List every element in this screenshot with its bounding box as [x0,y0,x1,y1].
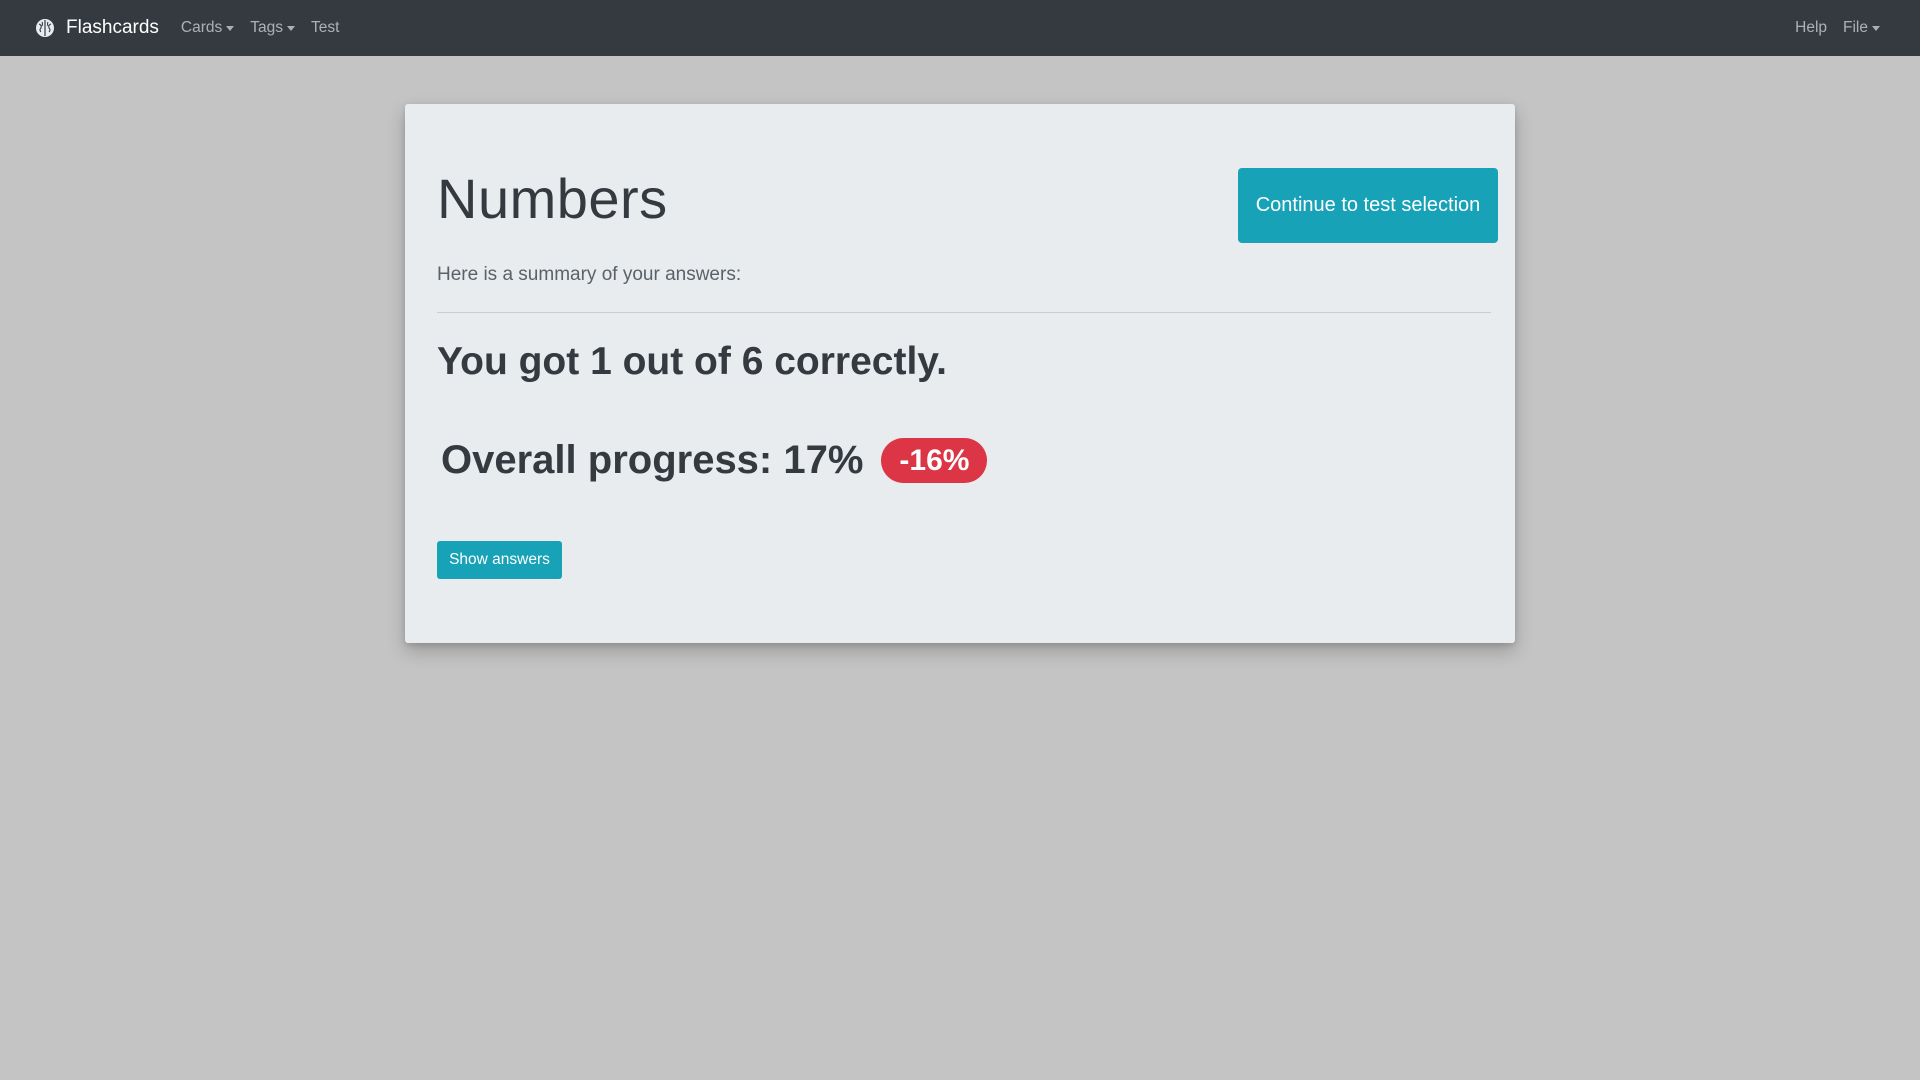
summary-intro-text: Here is a summary of your answers: [437,264,742,285]
brain-icon [34,17,56,39]
caret-down-icon [226,25,235,31]
overall-progress: Overall progress: 17% -16% [441,438,988,483]
divider [437,312,1491,313]
continue-to-test-selection-button[interactable]: Continue to test selection [1238,168,1498,243]
caret-down-icon [287,25,296,31]
overall-progress-text: Overall progress: 17% [441,438,864,482]
show-answers-button[interactable]: Show answers [437,541,562,579]
progress-change-badge: -16% [881,438,988,483]
nav-tags-dropdown[interactable]: Tags [250,19,296,37]
nav-cards-dropdown[interactable]: Cards [180,19,235,37]
nav-cards-label: Cards [180,19,223,36]
nav-help-label: Help [1795,19,1828,36]
nav-test-label: Test [311,19,340,36]
nav-help-link[interactable]: Help [1795,19,1827,37]
results-card: Numbers Continue to test selection Here … [405,104,1515,643]
top-navbar: Flashcards Cards Tags Test Help File [0,0,1920,56]
nav-file-label: File [1843,19,1868,36]
nav-file-dropdown[interactable]: File [1843,19,1880,37]
nav-tags-label: Tags [250,19,284,36]
nav-test-link[interactable]: Test [311,19,339,37]
nav-right-menu: Help File [1795,19,1880,37]
page-title: Numbers [437,167,668,230]
brand-link[interactable]: Flashcards [34,17,159,39]
caret-down-icon [1872,25,1880,31]
nav-left-menu: Cards Tags Test [181,19,340,37]
score-text: You got 1 out of 6 correctly. [437,340,947,383]
brand-title: Flashcards [66,17,159,38]
